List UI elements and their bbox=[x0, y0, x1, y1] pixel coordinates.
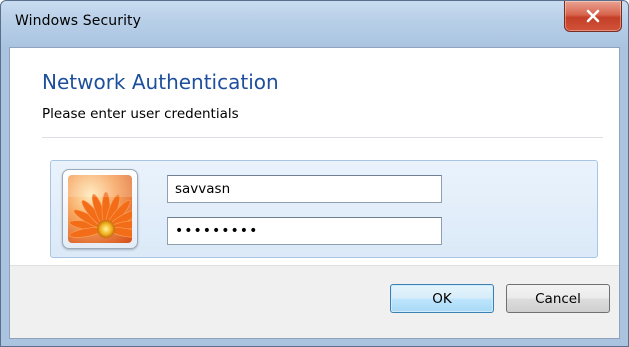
dialog-content: Network Authentication Please enter user… bbox=[9, 47, 620, 339]
username-field[interactable] bbox=[167, 175, 442, 203]
user-tile-flower-icon bbox=[68, 175, 132, 243]
avatar bbox=[62, 169, 138, 249]
cancel-button[interactable]: Cancel bbox=[506, 284, 610, 313]
ok-button[interactable]: OK bbox=[390, 284, 494, 313]
dialog-subheading: Please enter user credentials bbox=[42, 106, 239, 122]
dialog-heading: Network Authentication bbox=[42, 70, 279, 94]
title-bar[interactable]: Windows Security bbox=[1, 1, 628, 47]
divider bbox=[42, 137, 603, 138]
button-bar: OK Cancel bbox=[10, 265, 619, 338]
close-icon bbox=[586, 9, 600, 23]
credential-tile[interactable] bbox=[50, 160, 598, 258]
password-field[interactable] bbox=[167, 217, 442, 245]
close-button[interactable] bbox=[564, 1, 622, 32]
window-title: Windows Security bbox=[15, 13, 142, 29]
windows-security-dialog: Windows Security Network Authentication … bbox=[0, 0, 629, 347]
